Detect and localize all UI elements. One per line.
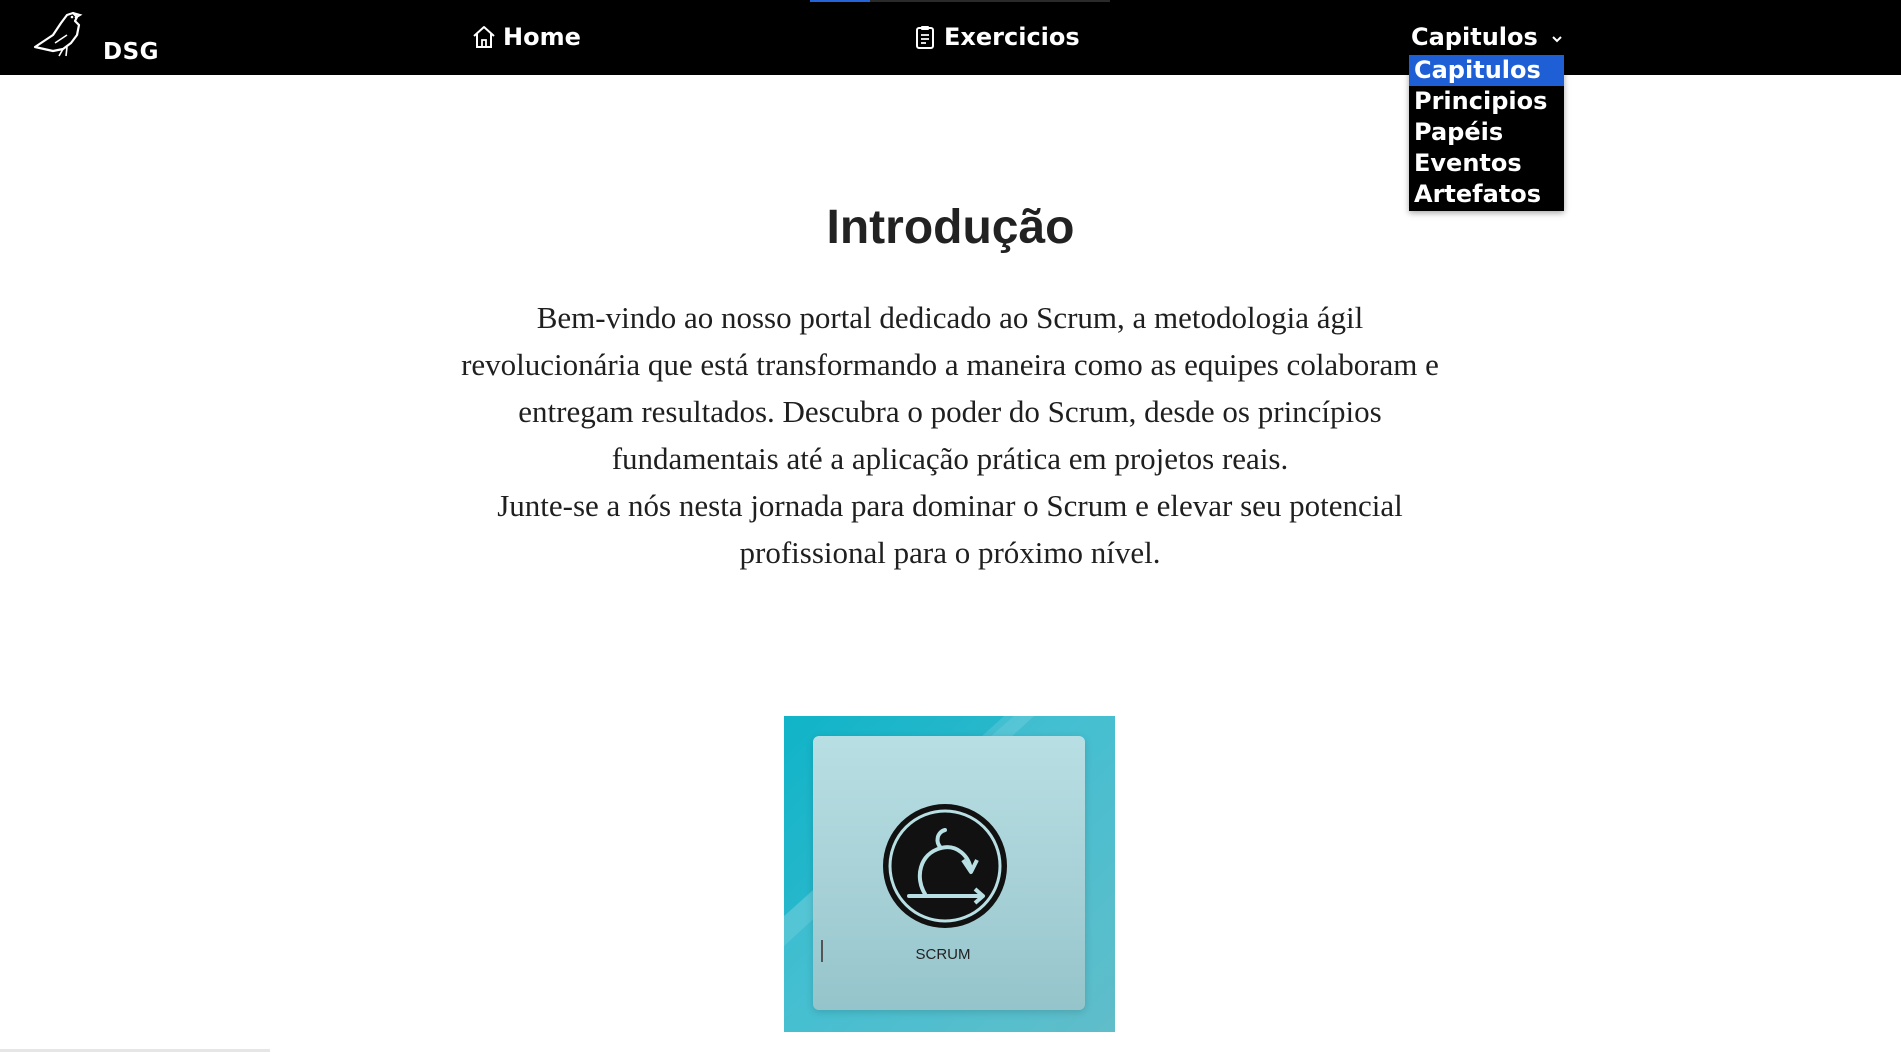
dropdown-item-capitulos[interactable]: Capitulos bbox=[1409, 55, 1564, 86]
nav-home-label: Home bbox=[503, 23, 581, 51]
nav-top-accent-secondary bbox=[870, 0, 1110, 2]
nav-capitulos-toggle[interactable]: Capitulos bbox=[1411, 20, 1564, 54]
intro-paragraph-2: Junte-se a nós nesta jornada para domina… bbox=[497, 488, 1403, 570]
intro-text: Bem-vindo ao nosso portal dedicado ao Sc… bbox=[460, 294, 1440, 576]
home-icon bbox=[473, 26, 495, 48]
navbar: DSG Home Exercicios Capitulos bbox=[0, 0, 1901, 75]
nav-exercicios-label: Exercicios bbox=[944, 23, 1080, 51]
clipboard-icon bbox=[916, 26, 934, 49]
scrum-image-label: SCRUM bbox=[915, 946, 971, 963]
page-title: Introdução bbox=[826, 201, 1075, 254]
scrum-card: SCRUM bbox=[813, 736, 1085, 1010]
nav-top-accent bbox=[810, 0, 870, 2]
logo-link[interactable]: DSG bbox=[33, 9, 159, 65]
intro-paragraph: Bem-vindo ao nosso portal dedicado ao Sc… bbox=[461, 300, 1439, 476]
chevron-down-icon bbox=[1552, 36, 1562, 43]
dropdown-item-eventos[interactable]: Eventos bbox=[1409, 148, 1564, 179]
capitulos-dropdown-menu: Capitulos Principios Papéis Eventos Arte… bbox=[1409, 53, 1564, 211]
nav-capitulos-label: Capitulos bbox=[1411, 23, 1538, 51]
scrum-cycle-icon bbox=[883, 804, 1007, 928]
dropdown-item-papeis[interactable]: Papéis bbox=[1409, 117, 1564, 148]
dropdown-item-principios[interactable]: Principios bbox=[1409, 86, 1564, 117]
logo-text: DSG bbox=[103, 39, 160, 65]
nav-exercicios-link[interactable]: Exercicios bbox=[912, 20, 1080, 54]
bird-logo-icon bbox=[33, 11, 83, 57]
nav-home-link[interactable]: Home bbox=[471, 20, 581, 54]
scrum-image: SCRUM bbox=[784, 716, 1115, 1032]
